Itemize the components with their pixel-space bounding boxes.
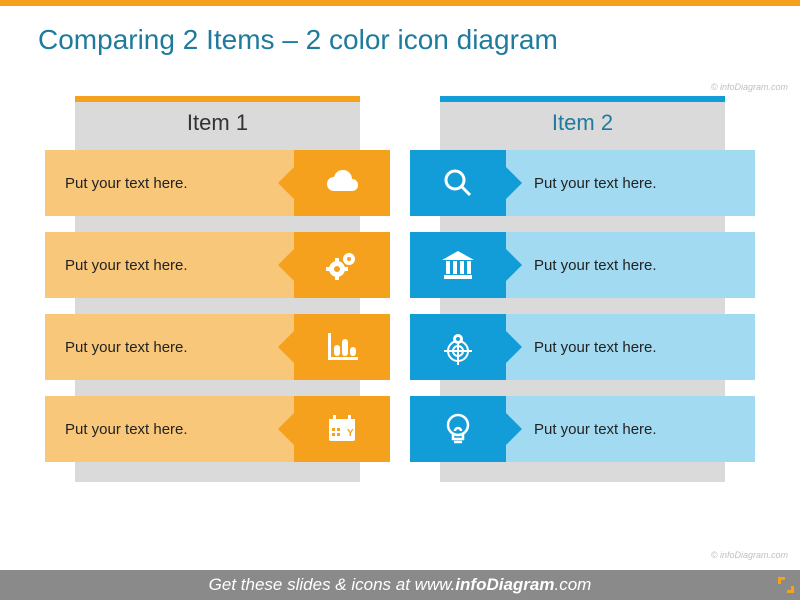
row-text[interactable]: Put your text here.	[45, 232, 294, 298]
row-text[interactable]: Put your text here.	[506, 314, 755, 380]
lightbulb-icon	[410, 396, 506, 462]
list-item: Put your text here.	[45, 314, 390, 380]
footer-text: Get these slides & icons at www.infoDiag…	[209, 575, 592, 595]
column-header: Item 1	[45, 96, 390, 150]
list-item: Put your text here.	[45, 150, 390, 216]
gears-icon	[294, 232, 390, 298]
footer-bar: Get these slides & icons at www.infoDiag…	[0, 570, 800, 600]
list-item: Put your text here.	[410, 314, 755, 380]
list-item: Put your text here.	[410, 150, 755, 216]
rows: Put your text here. Put your text here. …	[410, 150, 755, 462]
target-pin-icon	[410, 314, 506, 380]
list-item: Put your text here. Y	[45, 396, 390, 462]
watermark: © infoDiagram.com	[711, 82, 788, 92]
calendar-icon: Y	[294, 396, 390, 462]
bar-chart-icon	[294, 314, 390, 380]
row-text[interactable]: Put your text here.	[45, 396, 294, 462]
watermark: © infoDiagram.com	[711, 550, 788, 560]
footer-logo-icon	[778, 577, 794, 593]
column-header: Item 2	[410, 96, 755, 150]
magnifier-icon	[410, 150, 506, 216]
slide-title: Comparing 2 Items – 2 color icon diagram	[0, 6, 800, 66]
comparison-columns: Item 1 Put your text here. Put your text…	[0, 66, 800, 462]
row-text[interactable]: Put your text here.	[506, 396, 755, 462]
row-text[interactable]: Put your text here.	[506, 150, 755, 216]
list-item: Put your text here.	[45, 232, 390, 298]
column-item-2: Item 2 Put your text here. Put your text…	[410, 96, 755, 462]
column-item-1: Item 1 Put your text here. Put your text…	[45, 96, 390, 462]
row-text[interactable]: Put your text here.	[506, 232, 755, 298]
list-item: Put your text here.	[410, 396, 755, 462]
cloud-icon	[294, 150, 390, 216]
rows: Put your text here. Put your text here. …	[45, 150, 390, 462]
row-text[interactable]: Put your text here.	[45, 150, 294, 216]
bank-icon	[410, 232, 506, 298]
list-item: Put your text here.	[410, 232, 755, 298]
row-text[interactable]: Put your text here.	[45, 314, 294, 380]
svg-text:Y: Y	[347, 428, 354, 439]
